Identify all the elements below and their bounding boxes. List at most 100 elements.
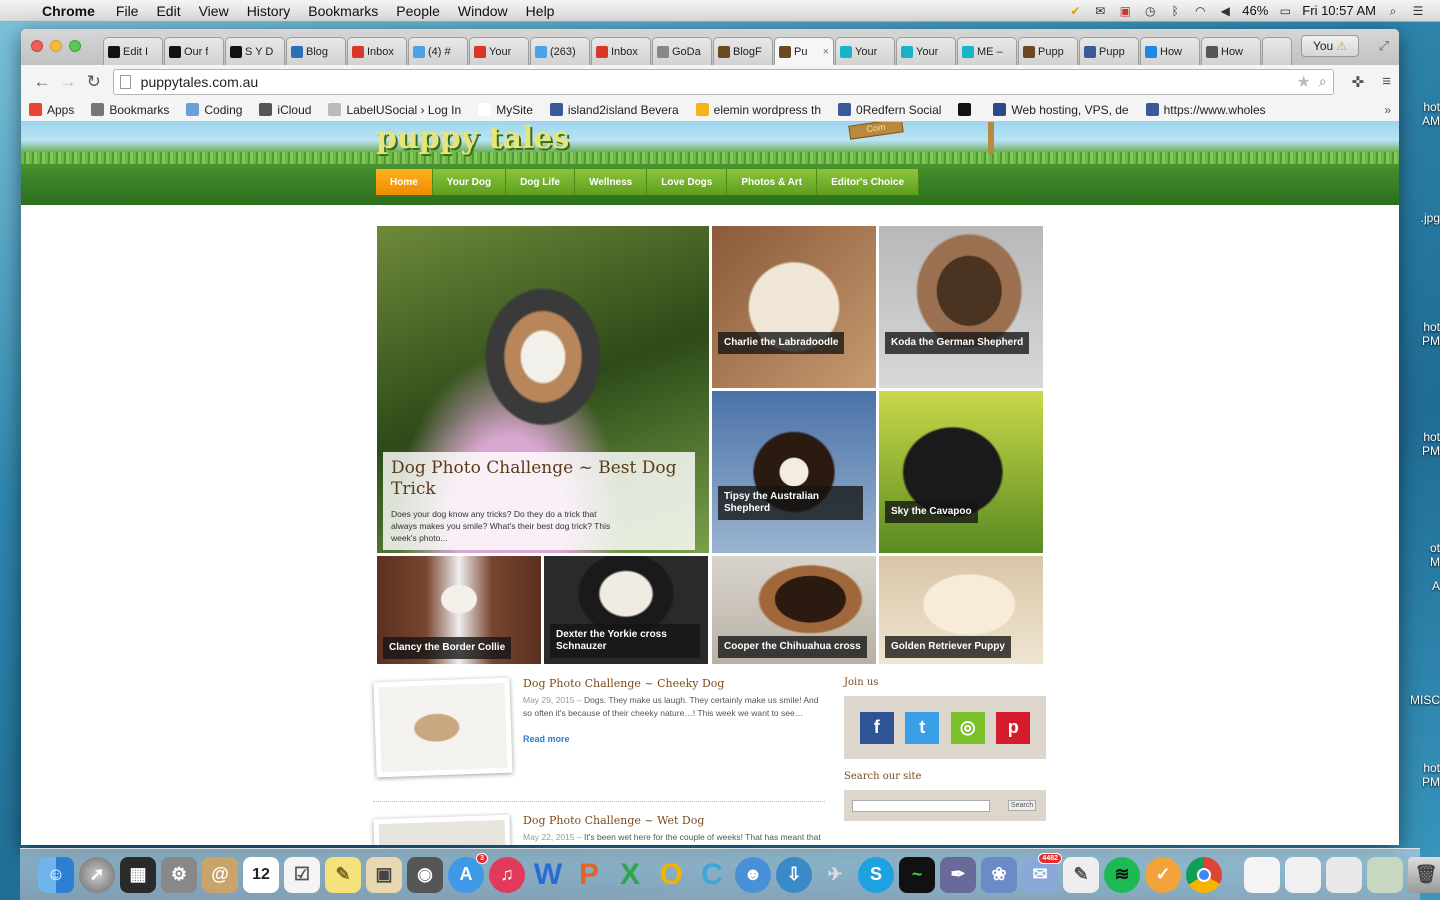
word-icon[interactable]: W — [530, 857, 566, 893]
evernote-icon[interactable]: ▣ — [1117, 4, 1133, 18]
dog-tile[interactable]: Cooper the Chihuahua cross — [712, 556, 876, 664]
new-tab-button[interactable] — [1262, 37, 1292, 65]
notification-center-icon[interactable]: ☰ — [1410, 4, 1426, 18]
browser-tab[interactable]: GoDa — [652, 37, 712, 65]
zoom-window-button[interactable] — [69, 40, 81, 52]
dog-tile[interactable]: Sky the Cavapoo — [879, 391, 1043, 553]
bookmark-star-icon[interactable]: ★ — [1296, 72, 1310, 92]
facebook-icon[interactable]: f — [859, 711, 894, 744]
mission-control-icon[interactable]: ▦ — [120, 856, 156, 893]
satellite-icon[interactable]: ✈ — [817, 857, 853, 893]
browser-tab[interactable]: Pupp — [1018, 37, 1078, 65]
finder-icon[interactable]: ☺ — [38, 856, 74, 893]
preview-icon[interactable]: ▣ — [366, 856, 402, 893]
bluetooth-icon[interactable]: ᛒ — [1167, 4, 1183, 18]
desktop-file-label[interactable]: MISC — [1400, 693, 1440, 707]
pinterest-icon[interactable]: p — [996, 711, 1031, 744]
document-stack-icon[interactable] — [1285, 856, 1321, 893]
chrome-dock-icon[interactable] — [1186, 856, 1222, 893]
chrome-menu-icon[interactable]: ≡ — [1382, 73, 1391, 91]
bookmark-item[interactable] — [958, 103, 976, 116]
bookmark-item[interactable]: island2island Bevera — [549, 103, 679, 117]
bookmark-item[interactable]: 0Redfern Social — [838, 103, 941, 117]
featured-title[interactable]: Dog Photo Challenge ~ Best Dog Trick — [391, 458, 687, 500]
downloads-stack-icon[interactable] — [1367, 856, 1403, 893]
document-stack-icon[interactable] — [1326, 856, 1362, 893]
wifi-icon[interactable]: ◠ — [1192, 4, 1208, 18]
post-thumbnail[interactable] — [373, 814, 513, 845]
fullscreen-icon[interactable]: ⤢ — [1379, 38, 1389, 54]
url-text[interactable]: puppytales.com.au — [141, 74, 1297, 90]
menu-history[interactable]: History — [238, 3, 300, 19]
search-icon[interactable]: ⌕ — [1319, 73, 1327, 90]
dog-tile[interactable]: Dexter the Yorkie cross Schnauzer — [544, 556, 708, 664]
close-tab-icon[interactable]: × — [823, 46, 829, 58]
browser-tab[interactable]: Inbox — [347, 37, 407, 65]
itunes-icon[interactable]: ♫ — [489, 856, 525, 893]
skype-icon[interactable]: S — [858, 856, 894, 893]
clock[interactable]: Fri 10:57 AM — [1302, 3, 1376, 18]
browser-tab[interactable]: Blog — [286, 37, 346, 65]
address-bar[interactable]: puppytales.com.au ★ ⌕ — [112, 68, 1334, 95]
browser-tab[interactable]: (4) # — [408, 37, 468, 65]
dog-tile[interactable]: Koda the German Shepherd — [879, 226, 1043, 388]
mail-app-icon[interactable]: ✉ 4482 — [1022, 852, 1062, 893]
browser-tab[interactable]: Edit I — [103, 37, 163, 65]
nav-item[interactable]: Love Dogs — [647, 169, 728, 195]
dog-tile[interactable]: Clancy the Border Collie — [377, 556, 541, 664]
ibooks-icon[interactable]: ✓ — [1145, 856, 1181, 893]
menu-help[interactable]: Help — [517, 3, 564, 19]
nav-item[interactable]: Photos & Art — [727, 169, 818, 195]
nav-item[interactable]: Wellness — [575, 169, 648, 195]
notes-icon[interactable]: ✎ — [325, 856, 361, 893]
bookmark-item[interactable]: https://www.wholes — [1145, 103, 1266, 117]
post-title[interactable]: Dog Photo Challenge ~ Cheeky Dog — [523, 677, 724, 690]
featured-post-tile[interactable]: Dog Photo Challenge ~ Best Dog Trick Doe… — [377, 226, 709, 553]
site-search-button[interactable]: Search — [1008, 800, 1036, 811]
dog-tile[interactable]: Charlie the Labradoodle — [712, 226, 876, 388]
forward-icon[interactable]: → — [55, 72, 81, 92]
time-machine-icon[interactable]: ◷ — [1142, 4, 1158, 18]
desktop-file-label[interactable]: hot PM — [1400, 320, 1440, 348]
bookmark-item[interactable]: Coding — [186, 103, 242, 117]
system-preferences-icon[interactable]: ⚙ — [161, 856, 197, 893]
browser-tab[interactable]: Pu × — [774, 37, 834, 65]
excel-icon[interactable]: X — [612, 857, 648, 893]
read-more-link[interactable]: Read more — [523, 734, 570, 744]
reminders-icon[interactable]: ☑ — [284, 856, 320, 893]
bookmark-item[interactable]: LabelUSocial › Log In — [328, 103, 461, 117]
profile-button[interactable]: You ⚠ — [1301, 35, 1359, 57]
menu-people[interactable]: People — [387, 3, 449, 19]
nav-item[interactable]: Home — [376, 169, 433, 195]
nav-item[interactable]: Dog Life — [506, 169, 576, 195]
nav-item[interactable]: Your Dog — [432, 169, 507, 195]
menu-window[interactable]: Window — [449, 3, 517, 19]
browser-tab[interactable]: How — [1201, 37, 1261, 65]
bookmark-item[interactable]: Apps — [29, 103, 74, 117]
coderunner-icon[interactable]: C — [694, 857, 730, 893]
document-stack-icon[interactable] — [1244, 856, 1280, 893]
nav-item[interactable]: Editor's Choice — [817, 169, 920, 195]
post-thumbnail[interactable] — [373, 677, 513, 778]
more-bookmarks-icon[interactable]: » — [1384, 103, 1391, 117]
iphoto-icon[interactable]: ❀ — [981, 856, 1017, 893]
site-search-input[interactable] — [852, 799, 990, 812]
bookmark-item[interactable]: Bookmarks — [91, 103, 169, 117]
bookmark-item[interactable]: MySite — [478, 103, 533, 117]
dog-tile[interactable]: Golden Retriever Puppy — [879, 556, 1043, 664]
desktop-file-label[interactable]: ot M — [1400, 541, 1440, 569]
desktop-file-label[interactable]: hot AM — [1400, 100, 1440, 128]
close-window-button[interactable] — [31, 40, 43, 52]
menu-edit[interactable]: Edit — [147, 3, 189, 19]
app-store-icon[interactable]: A3 — [448, 852, 488, 893]
bookmark-item[interactable]: elemin wordpress th — [695, 103, 821, 117]
extension-icon[interactable]: ✜ — [1352, 73, 1365, 91]
browser-tab[interactable]: Your — [835, 37, 895, 65]
spotify-icon[interactable]: ≋ — [1104, 856, 1140, 893]
bookmark-item[interactable]: iCloud — [259, 103, 311, 117]
browser-tab[interactable]: Our f — [164, 37, 224, 65]
downloader-icon[interactable]: ⇩ — [776, 856, 812, 893]
reload-icon[interactable]: ↻ — [81, 72, 107, 92]
checkmark-icon[interactable]: ✔ — [1067, 4, 1083, 18]
textedit-icon[interactable]: ✎ — [1063, 856, 1099, 893]
